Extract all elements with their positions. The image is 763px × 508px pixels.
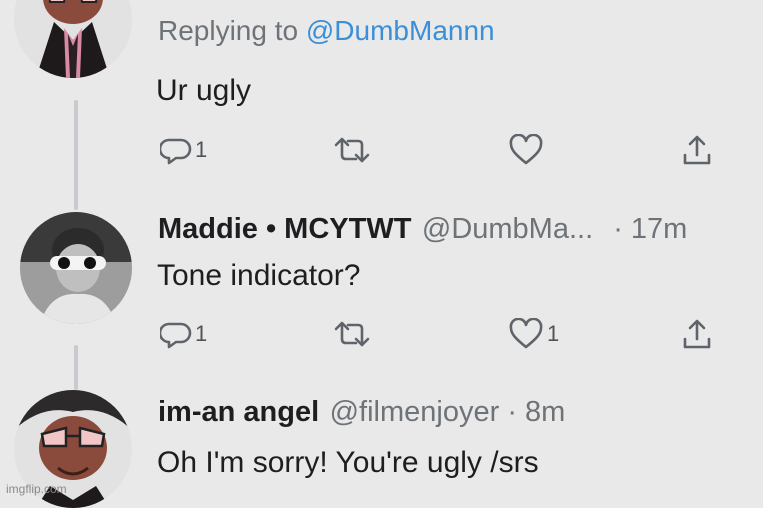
avatar[interactable] bbox=[14, 0, 132, 78]
username-handle[interactable]: @DumbMa... bbox=[422, 213, 593, 245]
reply-button[interactable]: 1 bbox=[160, 130, 207, 170]
timestamp[interactable]: · 17m bbox=[605, 213, 687, 245]
retweet-icon bbox=[334, 137, 370, 163]
reply-mention-link[interactable]: @DumbMannn bbox=[306, 15, 495, 46]
like-icon bbox=[509, 318, 543, 349]
tweet-text: Tone indicator? bbox=[157, 259, 361, 292]
display-name[interactable]: im-an angel bbox=[158, 396, 319, 428]
watermark: imgflip.com bbox=[6, 482, 67, 496]
reply-prefix: Replying to bbox=[158, 15, 306, 46]
reply-icon bbox=[160, 322, 192, 349]
avatar[interactable] bbox=[20, 212, 132, 324]
tweet-header: im-an angel @filmenjoyer · 8m bbox=[158, 396, 565, 429]
tweet-header: Maddie • MCYTWT @DumbMa... · 17m bbox=[158, 213, 687, 246]
like-icon bbox=[509, 134, 543, 165]
retweet-button[interactable] bbox=[332, 130, 372, 170]
reply-icon bbox=[160, 138, 192, 165]
retweet-icon bbox=[334, 321, 370, 347]
like-count: 1 bbox=[547, 321, 560, 346]
share-button[interactable] bbox=[680, 314, 714, 354]
tweet-actions: 1 bbox=[158, 130, 718, 170]
reply-count: 1 bbox=[195, 137, 208, 162]
thread-line bbox=[74, 345, 78, 390]
reply-count: 1 bbox=[195, 321, 208, 346]
share-icon bbox=[683, 135, 711, 165]
retweet-button[interactable] bbox=[332, 314, 372, 354]
tweet-text: Ur ugly bbox=[156, 74, 252, 107]
replying-to: Replying to @DumbMannn bbox=[158, 15, 495, 47]
timestamp[interactable]: · 8m bbox=[499, 396, 565, 428]
like-button[interactable] bbox=[508, 130, 544, 170]
tweet-text: Oh I'm sorry! You're ugly /srs bbox=[157, 446, 539, 479]
like-button[interactable]: 1 bbox=[508, 314, 559, 354]
reply-button[interactable]: 1 bbox=[160, 314, 207, 354]
share-button[interactable] bbox=[680, 130, 714, 170]
display-name[interactable]: Maddie • MCYTWT bbox=[158, 213, 411, 245]
share-icon bbox=[683, 319, 711, 349]
tweet-actions: 1 1 bbox=[158, 314, 718, 354]
thread-line bbox=[74, 100, 78, 210]
username-handle[interactable]: @filmenjoyer bbox=[330, 396, 500, 428]
